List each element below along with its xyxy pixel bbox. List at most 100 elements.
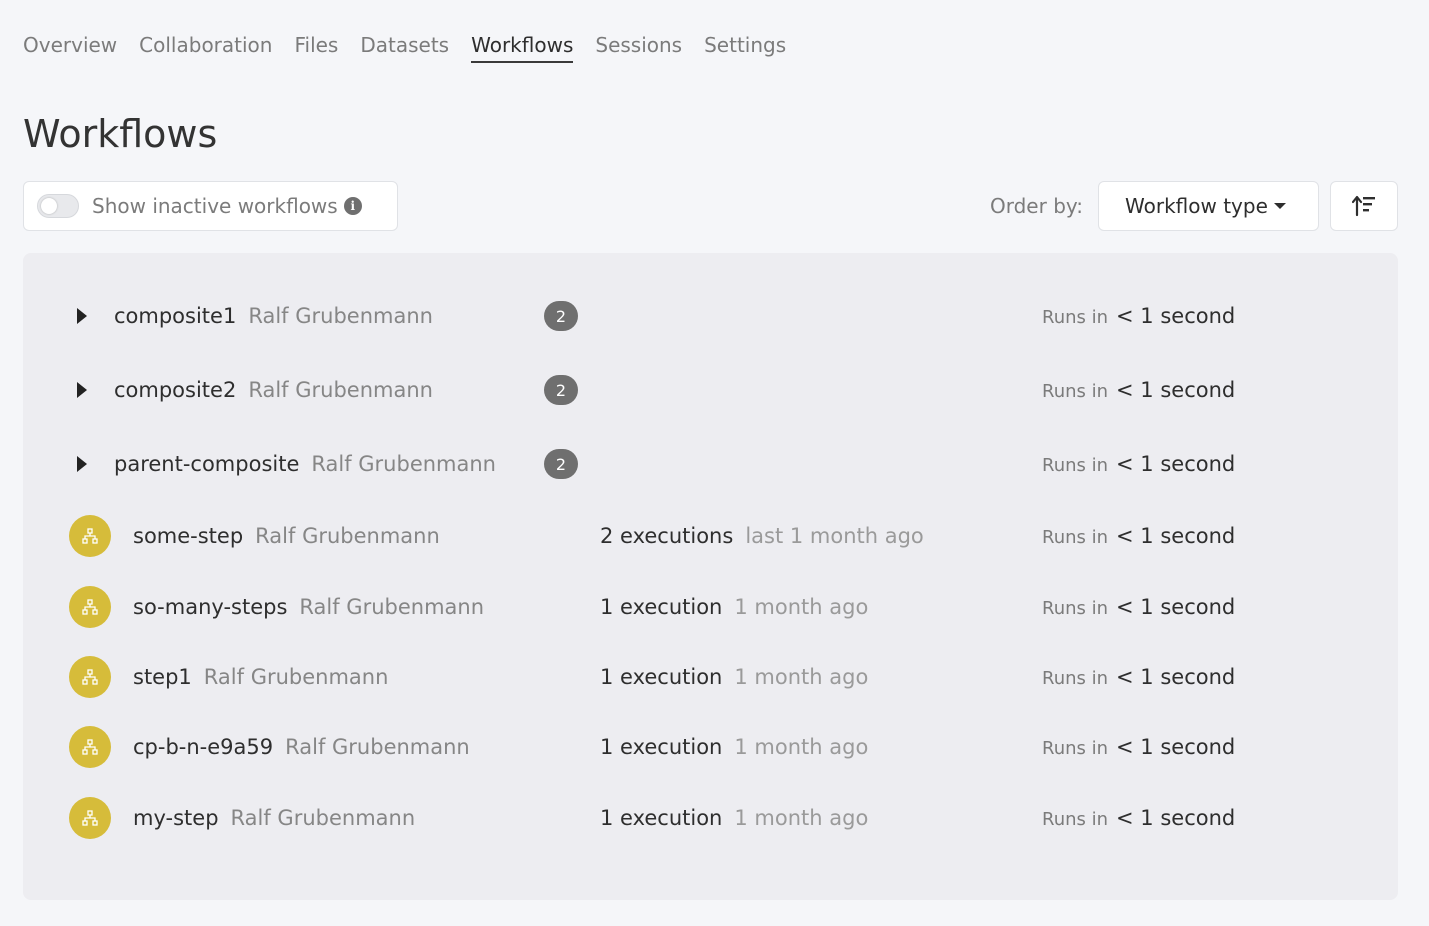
sort-direction-button[interactable] — [1330, 181, 1398, 231]
runtime-label: Runs in — [1042, 381, 1109, 402]
runtime-value: < 1 second — [1116, 304, 1236, 328]
child-count-badge: 2 — [544, 301, 578, 331]
caret-down-icon — [1273, 203, 1286, 209]
list-item[interactable]: cp-b-n-e9a59 Ralf Grubenmann 1 execution… — [23, 726, 1398, 768]
runtime: Runs in < 1 second — [1042, 806, 1235, 830]
runtime-label: Runs in — [1042, 598, 1109, 619]
executions: 1 execution 1 month ago — [600, 735, 868, 759]
tab-overview[interactable]: Overview — [23, 33, 117, 63]
tab-collaboration[interactable]: Collaboration — [139, 33, 272, 63]
runtime-value: < 1 second — [1116, 452, 1236, 476]
sitemap-icon — [82, 599, 98, 615]
child-count-badge: 2 — [544, 449, 578, 479]
execution-count: 1 execution — [600, 595, 723, 619]
workflow-title: parent-composite Ralf Grubenmann — [114, 452, 496, 476]
workflow-author: Ralf Grubenmann — [203, 665, 389, 689]
sitemap-icon — [82, 810, 98, 826]
order-by-label: Order by: — [990, 194, 1084, 218]
order-by-dropdown[interactable]: Workflow type — [1098, 181, 1319, 231]
runtime-value: < 1 second — [1116, 524, 1236, 548]
caret-right-icon[interactable] — [77, 308, 87, 324]
runtime: Runs in < 1 second — [1042, 735, 1235, 759]
runtime-label: Runs in — [1042, 738, 1109, 759]
last-execution: 1 month ago — [734, 735, 869, 759]
info-icon[interactable]: i — [343, 197, 362, 215]
workflow-title: step1 Ralf Grubenmann — [133, 665, 388, 689]
workflow-author: Ralf Grubenmann — [230, 806, 416, 830]
workflows-list: composite1 Ralf Grubenmann 2 Runs in < 1… — [23, 253, 1398, 900]
runtime: Runs in < 1 second — [1042, 378, 1235, 402]
workflow-title: so-many-steps Ralf Grubenmann — [133, 595, 484, 619]
executions: 1 execution 1 month ago — [600, 806, 868, 830]
workflow-step-icon — [69, 586, 111, 628]
list-item[interactable]: so-many-steps Ralf Grubenmann 1 executio… — [23, 586, 1398, 628]
workflow-name[interactable]: step1 — [133, 665, 192, 689]
workflow-name[interactable]: so-many-steps — [133, 595, 287, 619]
toggle-label: Show inactive workflows — [92, 194, 338, 218]
list-item[interactable]: composite1 Ralf Grubenmann 2 Runs in < 1… — [23, 296, 1398, 336]
workflow-author: Ralf Grubenmann — [299, 595, 485, 619]
runtime-value: < 1 second — [1116, 595, 1236, 619]
workflow-author: Ralf Grubenmann — [311, 452, 496, 476]
workflow-author: Ralf Grubenmann — [248, 304, 433, 328]
sort-ascending-icon — [1352, 195, 1375, 217]
execution-count: 2 executions — [600, 524, 734, 548]
workflow-step-icon — [69, 515, 111, 557]
last-execution: 1 month ago — [734, 595, 869, 619]
workflow-author: Ralf Grubenmann — [255, 524, 440, 548]
runtime: Runs in < 1 second — [1042, 595, 1235, 619]
runtime-label: Runs in — [1042, 455, 1109, 476]
caret-right-icon[interactable] — [77, 382, 87, 398]
executions: 1 execution 1 month ago — [600, 665, 868, 689]
sitemap-icon — [82, 669, 98, 685]
runtime-label: Runs in — [1042, 668, 1109, 689]
runtime-label: Runs in — [1042, 809, 1109, 830]
workflow-step-icon — [69, 656, 111, 698]
workflow-name[interactable]: parent-composite — [114, 452, 299, 476]
executions: 2 executions last 1 month ago — [600, 524, 924, 548]
list-item[interactable]: step1 Ralf Grubenmann 1 execution 1 mont… — [23, 656, 1398, 698]
caret-right-icon[interactable] — [77, 456, 87, 472]
workflow-name[interactable]: my-step — [133, 806, 219, 830]
sitemap-icon — [82, 528, 98, 544]
workflow-author: Ralf Grubenmann — [248, 378, 433, 402]
list-item[interactable]: some-step Ralf Grubenmann 2 executions l… — [23, 515, 1398, 557]
toggle-knob — [41, 198, 57, 214]
runtime-value: < 1 second — [1116, 806, 1236, 830]
last-execution: 1 month ago — [734, 665, 869, 689]
execution-count: 1 execution — [600, 665, 723, 689]
inactive-workflows-toggle[interactable]: Show inactive workflows i — [23, 181, 398, 231]
runtime-label: Runs in — [1042, 307, 1109, 328]
project-tabs: Overview Collaboration Files Datasets Wo… — [23, 33, 786, 63]
execution-count: 1 execution — [600, 735, 723, 759]
workflow-title: composite1 Ralf Grubenmann — [114, 304, 433, 328]
workflow-author: Ralf Grubenmann — [285, 735, 470, 759]
workflow-name[interactable]: composite2 — [114, 378, 236, 402]
tab-sessions[interactable]: Sessions — [595, 33, 682, 63]
last-execution: 1 month ago — [734, 806, 869, 830]
runtime-value: < 1 second — [1116, 378, 1236, 402]
list-item[interactable]: parent-composite Ralf Grubenmann 2 Runs … — [23, 444, 1398, 484]
runtime-value: < 1 second — [1116, 665, 1236, 689]
list-item[interactable]: my-step Ralf Grubenmann 1 execution 1 mo… — [23, 797, 1398, 839]
toggle-switch[interactable] — [37, 194, 79, 218]
runtime-value: < 1 second — [1116, 735, 1236, 759]
tab-datasets[interactable]: Datasets — [360, 33, 449, 63]
runtime-label: Runs in — [1042, 527, 1109, 548]
runtime: Runs in < 1 second — [1042, 665, 1235, 689]
execution-count: 1 execution — [600, 806, 723, 830]
workflow-title: composite2 Ralf Grubenmann — [114, 378, 433, 402]
last-execution: last 1 month ago — [745, 524, 924, 548]
tab-files[interactable]: Files — [294, 33, 338, 63]
child-count-badge: 2 — [544, 375, 578, 405]
tab-settings[interactable]: Settings — [704, 33, 786, 63]
workflow-title: my-step Ralf Grubenmann — [133, 806, 415, 830]
workflow-name[interactable]: cp-b-n-e9a59 — [133, 735, 273, 759]
workflow-name[interactable]: composite1 — [114, 304, 236, 328]
executions: 1 execution 1 month ago — [600, 595, 868, 619]
list-item[interactable]: composite2 Ralf Grubenmann 2 Runs in < 1… — [23, 370, 1398, 410]
workflow-title: cp-b-n-e9a59 Ralf Grubenmann — [133, 735, 470, 759]
workflow-name[interactable]: some-step — [133, 524, 243, 548]
tab-workflows[interactable]: Workflows — [471, 33, 574, 63]
runtime: Runs in < 1 second — [1042, 452, 1235, 476]
